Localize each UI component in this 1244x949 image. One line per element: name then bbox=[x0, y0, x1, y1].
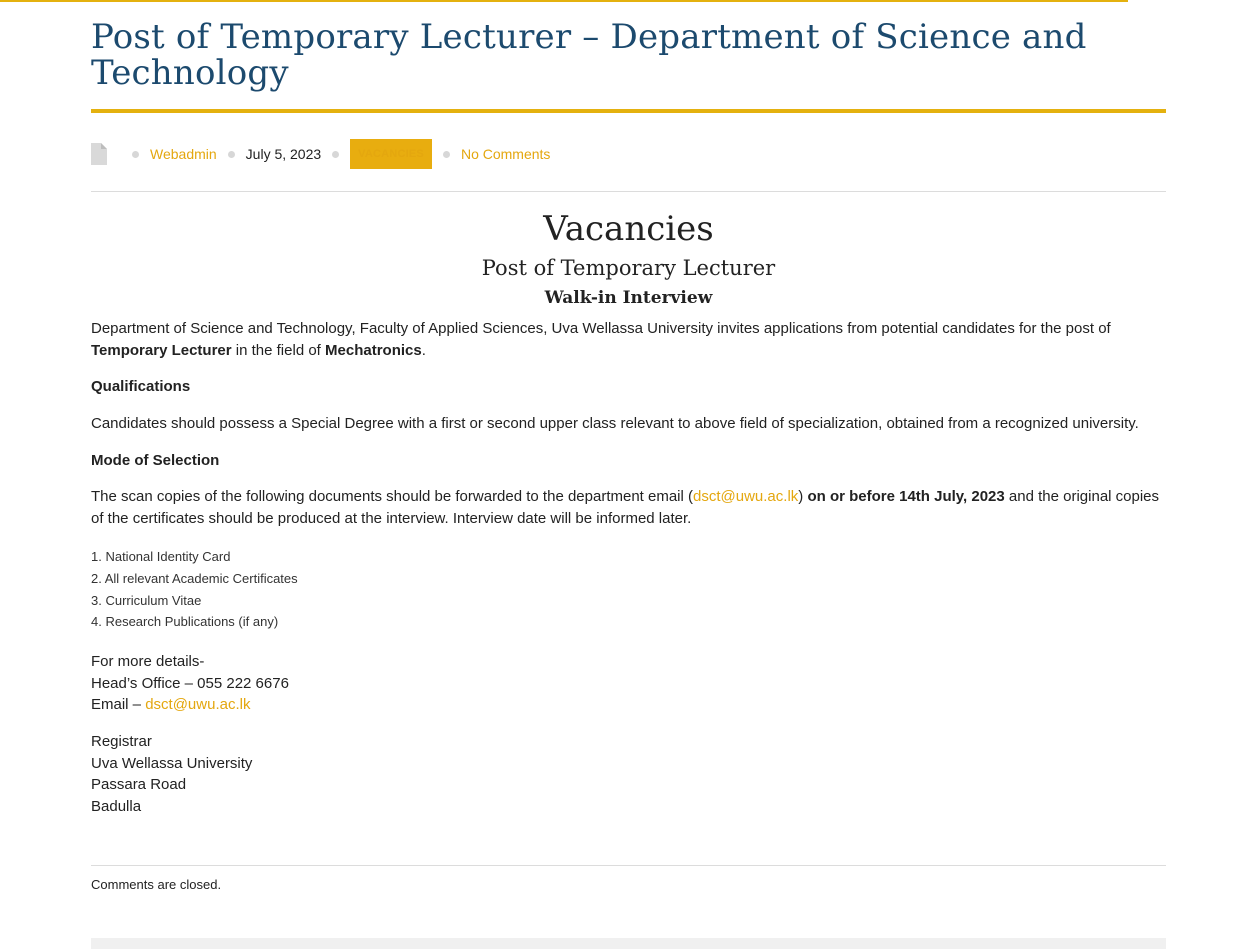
selection-paragraph: The scan copies of the following documen… bbox=[91, 486, 1166, 529]
post-meta: Webadmin July 5, 2023 VACANCIES No Comme… bbox=[91, 139, 550, 169]
list-item: 2. All relevant Academic Certificates bbox=[91, 570, 298, 586]
list-item: 1. National Identity Card bbox=[91, 549, 231, 564]
selection-deadline: on or before 14th July, 2023 bbox=[807, 488, 1005, 505]
comments-divider bbox=[91, 865, 1166, 866]
intro-text: . bbox=[421, 341, 426, 359]
intro-paragraph: Department of Science and Technology, Fa… bbox=[91, 318, 1166, 361]
documents-list: 1. National Identity Card 2. All relevan… bbox=[91, 546, 298, 633]
post-date: July 5, 2023 bbox=[245, 146, 322, 162]
post-title: Post of Temporary Lecturer – Department … bbox=[91, 17, 1087, 93]
document-icon bbox=[91, 143, 107, 165]
comments-closed-notice: Comments are closed. bbox=[91, 877, 222, 892]
content-heading: Vacancies bbox=[543, 209, 714, 249]
heads-office-phone: Head’s Office – 055 222 6676 bbox=[91, 674, 289, 692]
separator-dot bbox=[332, 150, 340, 158]
list-item: 4. Research Publications (if any) bbox=[91, 614, 279, 630]
address-line: Registrar bbox=[91, 733, 152, 750]
category-badge[interactable]: VACANCIES bbox=[350, 139, 432, 169]
list-item: 3. Curriculum Vitae bbox=[91, 592, 202, 608]
address-line: Badulla bbox=[91, 797, 142, 815]
comments-link[interactable]: No Comments bbox=[461, 146, 550, 162]
separator-dot bbox=[132, 150, 139, 158]
selection-text: The scan copies of the following documen… bbox=[91, 488, 694, 505]
qualifications-text: Candidates should possess a Special Degr… bbox=[91, 415, 1139, 432]
separator-dot bbox=[227, 150, 235, 158]
selection-heading: Mode of Selection bbox=[91, 452, 220, 469]
intro-text: in the field of bbox=[231, 341, 326, 359]
post-content: Vacancies Post of Temporary Lecturer Wal… bbox=[91, 205, 1166, 815]
address-block: Registrar Uva Wellassa University Passara … bbox=[91, 731, 252, 817]
intro-field-name: Mechatronics bbox=[325, 341, 422, 359]
meta-divider bbox=[91, 191, 1166, 192]
address-line: Uva Wellassa University bbox=[91, 754, 253, 772]
department-email-link[interactable]: dsct@uwu.ac.lk bbox=[693, 488, 798, 505]
bottom-panel bbox=[91, 938, 1166, 949]
separator-dot bbox=[442, 150, 450, 158]
content-subheading: Post of Temporary Lecturer bbox=[481, 256, 776, 280]
content-subheading-interview: Walk-in Interview bbox=[544, 288, 713, 308]
contact-email-link[interactable]: dsct@uwu.ac.lk bbox=[145, 696, 250, 713]
intro-post-name: Temporary Lecturer bbox=[91, 341, 232, 359]
intro-text: Department of Science and Technology, Fa… bbox=[91, 320, 1111, 337]
qualifications-heading: Qualifications bbox=[91, 378, 191, 395]
title-underline bbox=[91, 109, 1166, 113]
author-link[interactable]: Webadmin bbox=[150, 146, 217, 162]
email-label: Email – bbox=[91, 696, 146, 713]
address-line: Passara Road bbox=[91, 776, 187, 793]
top-accent-line bbox=[0, 0, 1128, 2]
details-label: For more details- bbox=[91, 653, 205, 670]
contact-details: For more details- Head’s Office – 055 222… bbox=[91, 651, 289, 716]
